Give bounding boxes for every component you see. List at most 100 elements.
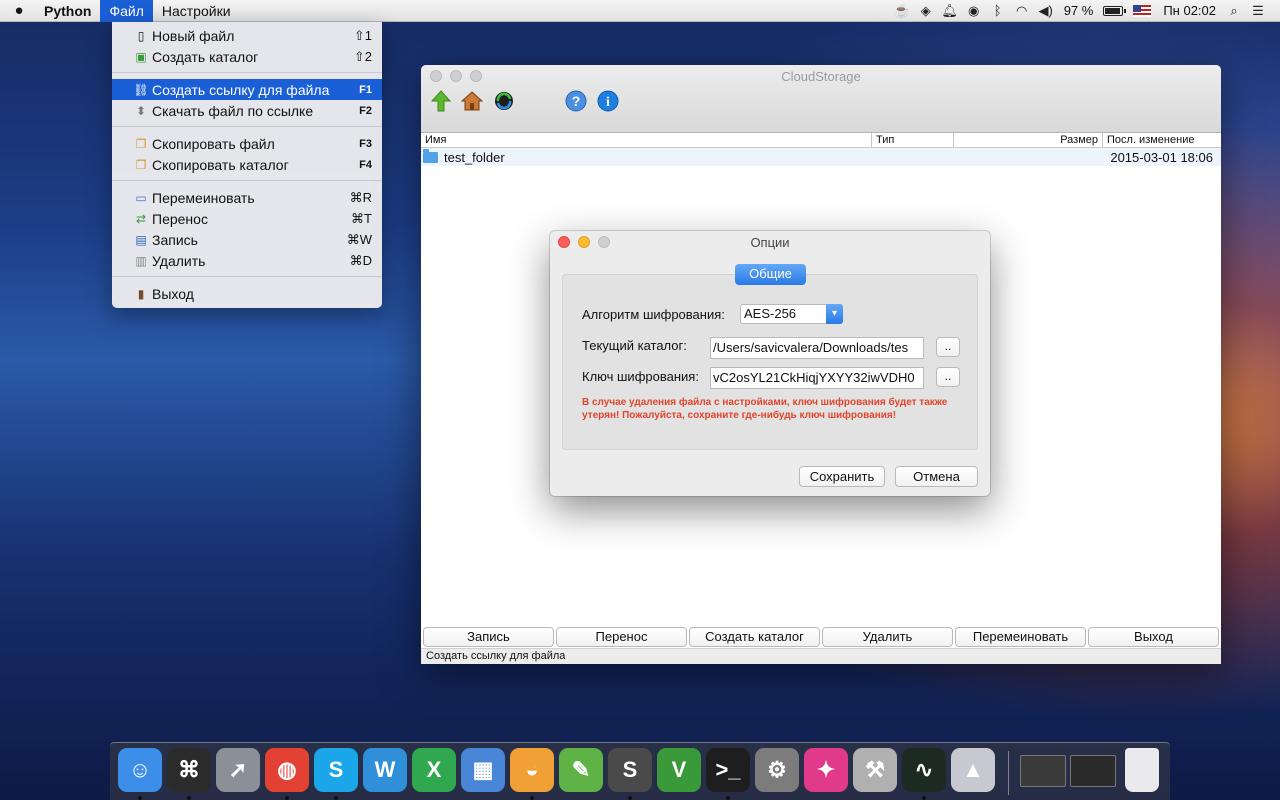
- running-indicator: [334, 796, 338, 800]
- menu-item-copy-dir[interactable]: ❐ Скопировать каталог F4: [112, 154, 382, 175]
- activity-monitor-icon[interactable]: ∿: [902, 748, 946, 792]
- algorithm-value: AES-256: [744, 306, 797, 321]
- coffee-icon[interactable]: ☕: [890, 0, 914, 22]
- column-size[interactable]: Размер: [954, 133, 1103, 147]
- running-indicator: [922, 796, 926, 800]
- file-name-cell: test_folder: [421, 148, 1105, 165]
- battery-percent[interactable]: 97 %: [1058, 3, 1100, 18]
- status-bar: Создать ссылку для файла: [421, 648, 1221, 664]
- algorithm-select[interactable]: AES-256 ▾: [740, 304, 843, 324]
- create-dir-button[interactable]: Создать каталог: [689, 627, 820, 647]
- clock[interactable]: Пн 02:02: [1157, 3, 1222, 18]
- excel-icon[interactable]: X: [412, 748, 456, 792]
- file-menu[interactable]: Файл: [100, 0, 153, 22]
- finder-icon[interactable]: ☺: [118, 748, 162, 792]
- tab-general[interactable]: Общие: [735, 264, 806, 285]
- delete-button[interactable]: Удалить: [822, 627, 953, 647]
- alfred-icon[interactable]: ⌘: [167, 748, 211, 792]
- document-icon: ▯: [137, 28, 145, 43]
- volume-icon[interactable]: ◀): [1034, 0, 1058, 22]
- rocket-icon[interactable]: ▲: [951, 748, 995, 792]
- chrome-icon[interactable]: ◍: [265, 748, 309, 792]
- spotlight-icon[interactable]: ⌕: [1222, 0, 1246, 22]
- settings-menu[interactable]: Настройки: [153, 0, 240, 22]
- sync-icon[interactable]: [492, 89, 516, 113]
- trash-icon[interactable]: [1125, 748, 1159, 792]
- terminal-icon[interactable]: >_: [706, 748, 750, 792]
- home-icon[interactable]: [460, 89, 484, 113]
- write-button[interactable]: Запись: [423, 627, 554, 647]
- key-label: Ключ шифрования:: [582, 369, 699, 384]
- skype-icon[interactable]: S: [314, 748, 358, 792]
- window-titlebar: CloudStorage ? i: [421, 65, 1221, 133]
- menu-separator: [112, 180, 382, 181]
- rename-icon: ▭: [135, 190, 147, 205]
- pycharm-icon[interactable]: ◒: [510, 748, 554, 792]
- menu-item-create-dir[interactable]: ▣ Создать каталог ⇧2: [112, 46, 382, 67]
- window-title: CloudStorage: [781, 69, 861, 84]
- algorithm-label: Алгоритм шифрования:: [582, 307, 725, 322]
- upload-arrow-icon[interactable]: [429, 89, 453, 113]
- save-button[interactable]: Сохранить: [799, 466, 885, 487]
- move-button[interactable]: Перенос: [556, 627, 687, 647]
- menu-item-new-file[interactable]: ▯ Новый файл ⇧1: [112, 25, 382, 46]
- tray-app-icon[interactable]: ◈: [914, 0, 938, 22]
- svg-text:i: i: [606, 95, 610, 110]
- dock: ☺ ⌘ ➚ ◍ S W X ▦ ◒ ✎ S V >_ ⚙ ✦ ⚒ ∿ ▲: [110, 742, 1170, 800]
- keynote-icon[interactable]: ▦: [461, 748, 505, 792]
- table-row[interactable]: test_folder 2015-03-01 18:06: [421, 148, 1221, 166]
- minimized-window-thumbnail[interactable]: [1020, 755, 1066, 787]
- launchpad-icon[interactable]: ➚: [216, 748, 260, 792]
- file-name: test_folder: [444, 149, 505, 165]
- column-type[interactable]: Тип: [872, 133, 954, 147]
- menu-item-write[interactable]: ▤ Запись ⌘W: [112, 229, 382, 250]
- preferences-icon[interactable]: ⚙: [755, 748, 799, 792]
- chevron-down-icon[interactable]: ▾: [826, 304, 843, 324]
- mosquito-icon[interactable]: ✦: [804, 748, 848, 792]
- dir-label: Текущий каталог:: [582, 338, 687, 353]
- wifi-icon[interactable]: ◠: [1010, 0, 1034, 22]
- menu-item-rename[interactable]: ▭ Перемеиновать ⌘R: [112, 187, 382, 208]
- app-menu[interactable]: Python: [38, 0, 100, 22]
- menu-item-delete[interactable]: ▥ Удалить ⌘D: [112, 250, 382, 271]
- menu-separator: [112, 276, 382, 277]
- vim-icon[interactable]: V: [657, 748, 701, 792]
- battery-icon[interactable]: [1103, 5, 1127, 16]
- menu-item-copy-file[interactable]: ❐ Скопировать файл F3: [112, 133, 382, 154]
- help-icon[interactable]: ?: [564, 89, 588, 113]
- input-source-flag-icon[interactable]: [1133, 4, 1152, 17]
- notification-icon[interactable]: 🔔︎: [938, 0, 962, 22]
- info-icon[interactable]: i: [596, 89, 620, 113]
- key-field[interactable]: vC2osYL21CkHiqjYXYY32iwVDH0: [710, 367, 924, 389]
- file-list-header: Имя Тип Размер Посл. изменение: [421, 133, 1221, 148]
- menu-separator: [112, 72, 382, 73]
- menu-item-move[interactable]: ⇄ Перенос ⌘T: [112, 208, 382, 229]
- folder-add-icon: ▣: [135, 49, 147, 64]
- scripts-icon[interactable]: ⚒: [853, 748, 897, 792]
- download-icon: ⬍: [135, 103, 147, 118]
- file-modified: 2015-03-01 18:06: [1110, 149, 1213, 165]
- minimized-terminal-thumbnail[interactable]: [1070, 755, 1116, 787]
- git-icon[interactable]: ✎: [559, 748, 603, 792]
- skype-tray-icon[interactable]: ◉: [962, 0, 986, 22]
- menu-item-download-link[interactable]: ⬍ Скачать файл по ссылке F2: [112, 100, 382, 121]
- move-icon: ⇄: [135, 211, 147, 226]
- browse-key-button[interactable]: ..: [936, 367, 960, 387]
- notification-center-icon[interactable]: ☰: [1246, 0, 1270, 22]
- rename-button[interactable]: Перемеиновать: [955, 627, 1086, 647]
- word-icon[interactable]: W: [363, 748, 407, 792]
- sublime-icon[interactable]: S: [608, 748, 652, 792]
- running-indicator: [138, 796, 142, 800]
- cancel-button[interactable]: Отмена: [895, 466, 978, 487]
- apple-menu-icon[interactable]: ●: [0, 2, 38, 19]
- bluetooth-icon[interactable]: ᛒ: [986, 0, 1010, 22]
- exit-button[interactable]: Выход: [1088, 627, 1219, 647]
- column-name[interactable]: Имя: [421, 133, 872, 147]
- column-modified[interactable]: Посл. изменение: [1103, 133, 1221, 147]
- trash-icon: ▥: [135, 253, 147, 268]
- browse-dir-button[interactable]: ..: [936, 337, 960, 357]
- menu-item-create-link[interactable]: ⛓ Создать ссылку для файла F1: [112, 79, 382, 100]
- running-indicator: [285, 796, 289, 800]
- dir-field[interactable]: /Users/savicvalera/Downloads/tes: [710, 337, 924, 359]
- menu-item-exit[interactable]: ▮ Выход: [112, 283, 382, 304]
